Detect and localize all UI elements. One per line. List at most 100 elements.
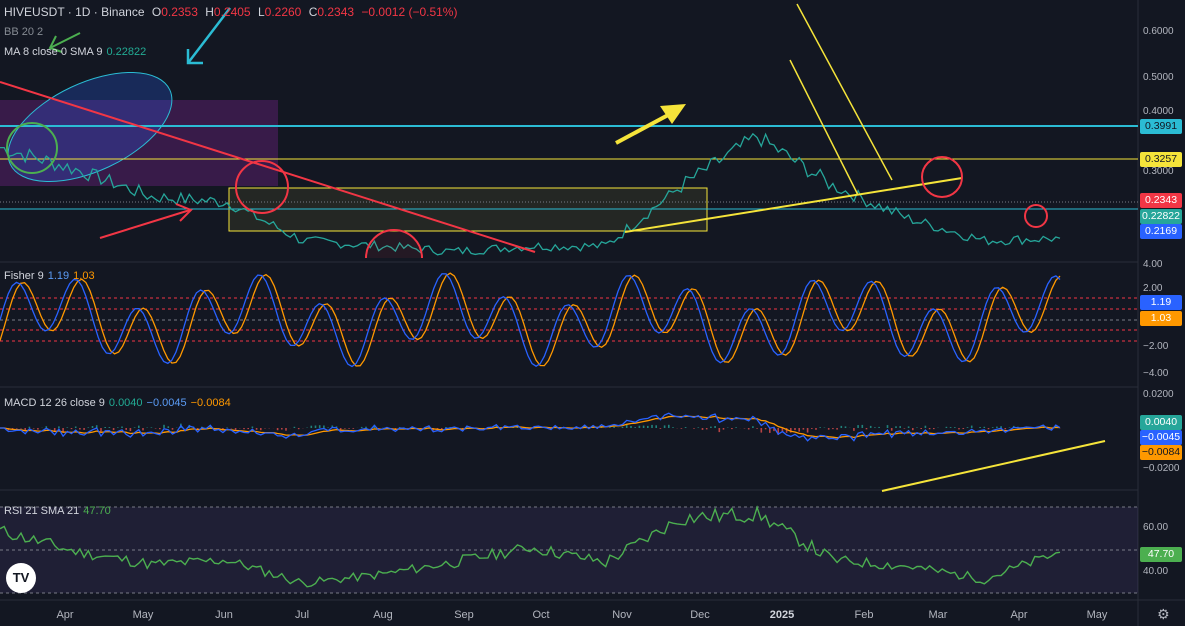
macd-hist-bar (58, 426, 60, 428)
macd-hist-bar (79, 428, 81, 430)
macd-hist-bar (722, 428, 725, 430)
macd-hist-bar (735, 427, 737, 428)
change-value: −0.0012 (−0.51%) (361, 5, 458, 19)
macd-hist-bar (163, 424, 165, 428)
macd-hist-bar (836, 428, 838, 430)
macd-hist-bar (966, 427, 969, 428)
macd-hist-bar (970, 425, 973, 428)
macd-hist-bar (297, 428, 300, 430)
low-price-badge[interactable]: 0.2169 (1140, 224, 1182, 239)
macd-hist-bar (247, 428, 249, 430)
gear-icon[interactable]: ⚙ (1157, 606, 1170, 623)
macd-tick: −0.0200 (1143, 463, 1180, 474)
resistance-price-badge[interactable]: 0.3991 (1140, 119, 1182, 134)
macd-hist-bar (916, 427, 918, 428)
macd-hist-bar (167, 426, 170, 428)
macd-hist-bar (705, 428, 708, 430)
macd-hist-bar (945, 426, 948, 428)
ohlc-close-value: 0.2343 (317, 5, 355, 19)
macd-hist-bar (802, 428, 805, 430)
macd-hist-bar (154, 428, 157, 429)
red-circle[interactable] (921, 156, 963, 198)
fisher-tick: −2.00 (1143, 341, 1169, 352)
macd-hist-bar (865, 428, 868, 430)
macd-hist-bar (760, 428, 763, 433)
macd-hist-bar (20, 428, 22, 429)
symbol-legend[interactable]: HIVEUSDT · 1D · Binance O0.2353 H0.2405 … (4, 5, 461, 19)
macd-badge-2[interactable]: −0.0045 (1140, 430, 1182, 445)
macd-hist-bar (811, 428, 813, 429)
macd-hist-bar (293, 426, 296, 428)
macd-hist-bar (1004, 428, 1007, 430)
fisher-badge-1[interactable]: 1.19 (1140, 295, 1182, 310)
macd-hist-bar (133, 427, 136, 428)
macd-hist-bar (318, 425, 321, 428)
fisher-badge-2[interactable]: 1.03 (1140, 311, 1182, 326)
ohlc-open-label: O (151, 5, 162, 19)
ohlc-high-label: H (205, 5, 214, 19)
ohlc-low-label: L (257, 5, 265, 19)
ma-price-badge[interactable]: 0.22822 (1140, 209, 1182, 224)
macd-hist-bar (819, 427, 821, 428)
chart-canvas[interactable] (0, 0, 1185, 626)
macd-hist-bar (693, 428, 695, 429)
macd-hist-bar (117, 427, 119, 428)
macd-hist-bar (764, 428, 767, 430)
red-circle[interactable] (1024, 204, 1048, 228)
macd-hist-bar (928, 428, 931, 430)
time-tick: Sep (454, 609, 474, 621)
macd-hist-bar (895, 426, 897, 428)
macd-hist-bar (276, 428, 279, 431)
yellow-level-badge[interactable]: 0.3257 (1140, 152, 1182, 167)
macd-hist-bar (668, 424, 670, 428)
fisher-tick: 4.00 (1143, 259, 1163, 270)
macd-hist-bar (28, 426, 31, 428)
time-tick: Feb (854, 609, 874, 621)
bb-legend[interactable]: BB 20 2 (4, 26, 43, 38)
last-price-badge[interactable]: 0.2343 (1140, 193, 1182, 208)
yellow-channel-top[interactable] (796, 3, 893, 181)
time-tick: Nov (612, 609, 632, 621)
price-tick: 0.4000 (1143, 106, 1174, 117)
macd-hist-bar (150, 427, 153, 428)
macd-hist-bar (815, 428, 817, 430)
macd-hist-bar (83, 428, 85, 430)
macd-hist-bar (260, 428, 262, 431)
macd-hist-bar (857, 425, 859, 428)
rsi-value: 47.70 (83, 505, 111, 517)
macd-hist-bar (987, 428, 990, 430)
macd-hist-bar (129, 428, 132, 432)
rsi-badge[interactable]: 47.70 (1140, 547, 1182, 562)
macd-hist-bar (684, 427, 687, 428)
macd-yellow-trendline[interactable] (881, 440, 1106, 492)
macd-legend[interactable]: MACD 12 26 close 9 0.0040 −0.0045 −0.0084 (4, 397, 235, 409)
macd-hist-bar (853, 428, 855, 431)
macd-badge-1[interactable]: 0.0040 (1140, 415, 1182, 430)
macd-hist-bar (756, 428, 758, 429)
rsi-legend[interactable]: RSI 21 SMA 21 47.70 (4, 505, 115, 517)
macd-hist-bar (171, 428, 174, 430)
macd-hist-bar (638, 425, 641, 428)
rsi-tick: 60.00 (1143, 522, 1169, 533)
macd-hist-bar (327, 427, 329, 428)
red-circle[interactable] (365, 229, 423, 259)
macd-hist-bar (991, 427, 994, 428)
macd-hist-bar (920, 428, 922, 429)
macd-hist-bar (138, 425, 140, 428)
macd-hist-bar (933, 428, 935, 430)
tradingview-logo-icon[interactable]: TV (6, 563, 36, 593)
macd-hist-bar (344, 428, 346, 429)
fisher-legend[interactable]: Fisher 9 1.19 1.03 (4, 270, 99, 282)
yellow-arrow[interactable] (615, 104, 686, 145)
time-tick: 2025 (769, 609, 795, 621)
macd-hist-bar (142, 428, 144, 431)
symbol-title[interactable]: HIVEUSDT · 1D · Binance (4, 5, 145, 19)
ma-legend[interactable]: MA 8 close 0 SMA 9 0.22822 (4, 46, 150, 58)
macd-hist-bar (832, 428, 834, 430)
macd-hist-bar (226, 427, 228, 428)
time-tick: Oct (532, 609, 550, 621)
macd-badge-3[interactable]: −0.0084 (1140, 445, 1182, 460)
macd-hist-bar (104, 427, 106, 428)
ohlc-open-value: 0.2353 (161, 5, 198, 19)
yellow-channel-bottom[interactable] (789, 59, 859, 196)
